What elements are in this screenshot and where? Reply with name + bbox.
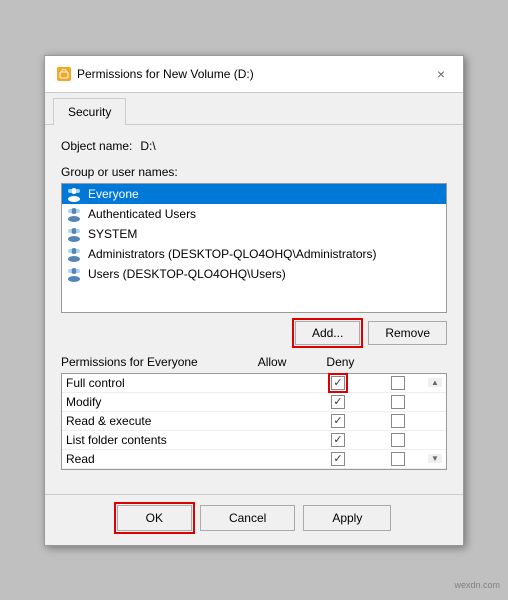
scroll-down-icon[interactable]: ▼ [431, 454, 439, 463]
perm-row-read-execute: Read & execute [62, 412, 446, 431]
title-bar: Permissions for New Volume (D:) × [45, 56, 463, 93]
list-item[interactable]: Users (DESKTOP-QLO4OHQ\Users) [62, 264, 446, 284]
checkbox-deny-full-control[interactable] [391, 376, 405, 390]
deny-check-read-execute[interactable] [368, 414, 428, 428]
user-icon [66, 266, 82, 282]
permissions-dialog: Permissions for New Volume (D:) × Securi… [44, 55, 464, 546]
allow-check-modify[interactable] [308, 395, 368, 409]
close-button[interactable]: × [431, 64, 451, 84]
title-bar-left: Permissions for New Volume (D:) [57, 67, 254, 81]
cancel-button[interactable]: Cancel [200, 505, 295, 531]
dialog-title: Permissions for New Volume (D:) [77, 67, 254, 81]
dialog-footer: OK Cancel Apply [45, 494, 463, 545]
allow-check-read[interactable] [308, 452, 368, 466]
object-name-label: Object name: [61, 139, 132, 153]
perm-row-modify: Modify [62, 393, 446, 412]
tab-security[interactable]: Security [53, 98, 126, 125]
list-item[interactable]: SYSTEM [62, 224, 446, 244]
checkbox-allow-read-execute[interactable] [331, 414, 345, 428]
list-item[interactable]: Everyone [62, 184, 446, 204]
deny-check-list-folder[interactable] [368, 433, 428, 447]
checkbox-allow-list-folder[interactable] [331, 433, 345, 447]
checkbox-allow-modify[interactable] [331, 395, 345, 409]
deny-check-read[interactable] [368, 452, 428, 466]
list-item[interactable]: Authenticated Users [62, 204, 446, 224]
remove-button[interactable]: Remove [368, 321, 447, 345]
user-buttons-row: Add... Remove [61, 321, 447, 345]
list-item[interactable]: Administrators (DESKTOP-QLO4OHQ\Administ… [62, 244, 446, 264]
scrollbar[interactable]: ▲ [428, 378, 442, 387]
ok-button[interactable]: OK [117, 505, 192, 531]
dialog-content: Object name: D:\ Group or user names: Ev… [45, 125, 463, 494]
add-button[interactable]: Add... [295, 321, 360, 345]
dialog-icon [57, 67, 71, 81]
checkbox-deny-read[interactable] [391, 452, 405, 466]
perm-row-list-folder: List folder contents [62, 431, 446, 450]
watermark: wexdn.com [454, 580, 500, 590]
user-icon [66, 186, 82, 202]
user-icon [66, 246, 82, 262]
user-name: Users (DESKTOP-QLO4OHQ\Users) [88, 267, 286, 281]
group-section-label: Group or user names: [61, 165, 447, 179]
user-name: Administrators (DESKTOP-QLO4OHQ\Administ… [88, 247, 377, 261]
permissions-section-title: Permissions for Everyone Allow Deny [61, 355, 447, 369]
checkbox-deny-list-folder[interactable] [391, 433, 405, 447]
scrollbar-bottom[interactable]: ▼ [428, 454, 442, 463]
deny-check-modify[interactable] [368, 395, 428, 409]
tab-bar: Security [45, 93, 463, 125]
permissions-table: Full control ▲ Modify [61, 373, 447, 470]
user-name: Authenticated Users [88, 207, 196, 221]
scroll-up-icon[interactable]: ▲ [431, 378, 439, 387]
apply-button[interactable]: Apply [303, 505, 391, 531]
users-list[interactable]: Everyone Authenticated Users [61, 183, 447, 313]
user-name: SYSTEM [88, 227, 137, 241]
allow-check-list-folder[interactable] [308, 433, 368, 447]
perm-row-read: Read ▼ [62, 450, 446, 469]
user-name: Everyone [88, 187, 139, 201]
object-name-row: Object name: D:\ [61, 139, 447, 153]
object-name-value: D:\ [140, 139, 155, 153]
allow-check-read-execute[interactable] [308, 414, 368, 428]
allow-check-full-control[interactable] [308, 376, 368, 390]
checkbox-allow-full-control[interactable] [331, 376, 345, 390]
deny-check-full-control[interactable] [368, 376, 428, 390]
user-icon [66, 206, 82, 222]
checkbox-allow-read[interactable] [331, 452, 345, 466]
user-icon [66, 226, 82, 242]
checkbox-deny-modify[interactable] [391, 395, 405, 409]
checkbox-deny-read-execute[interactable] [391, 414, 405, 428]
perm-row-full-control: Full control ▲ [62, 374, 446, 393]
